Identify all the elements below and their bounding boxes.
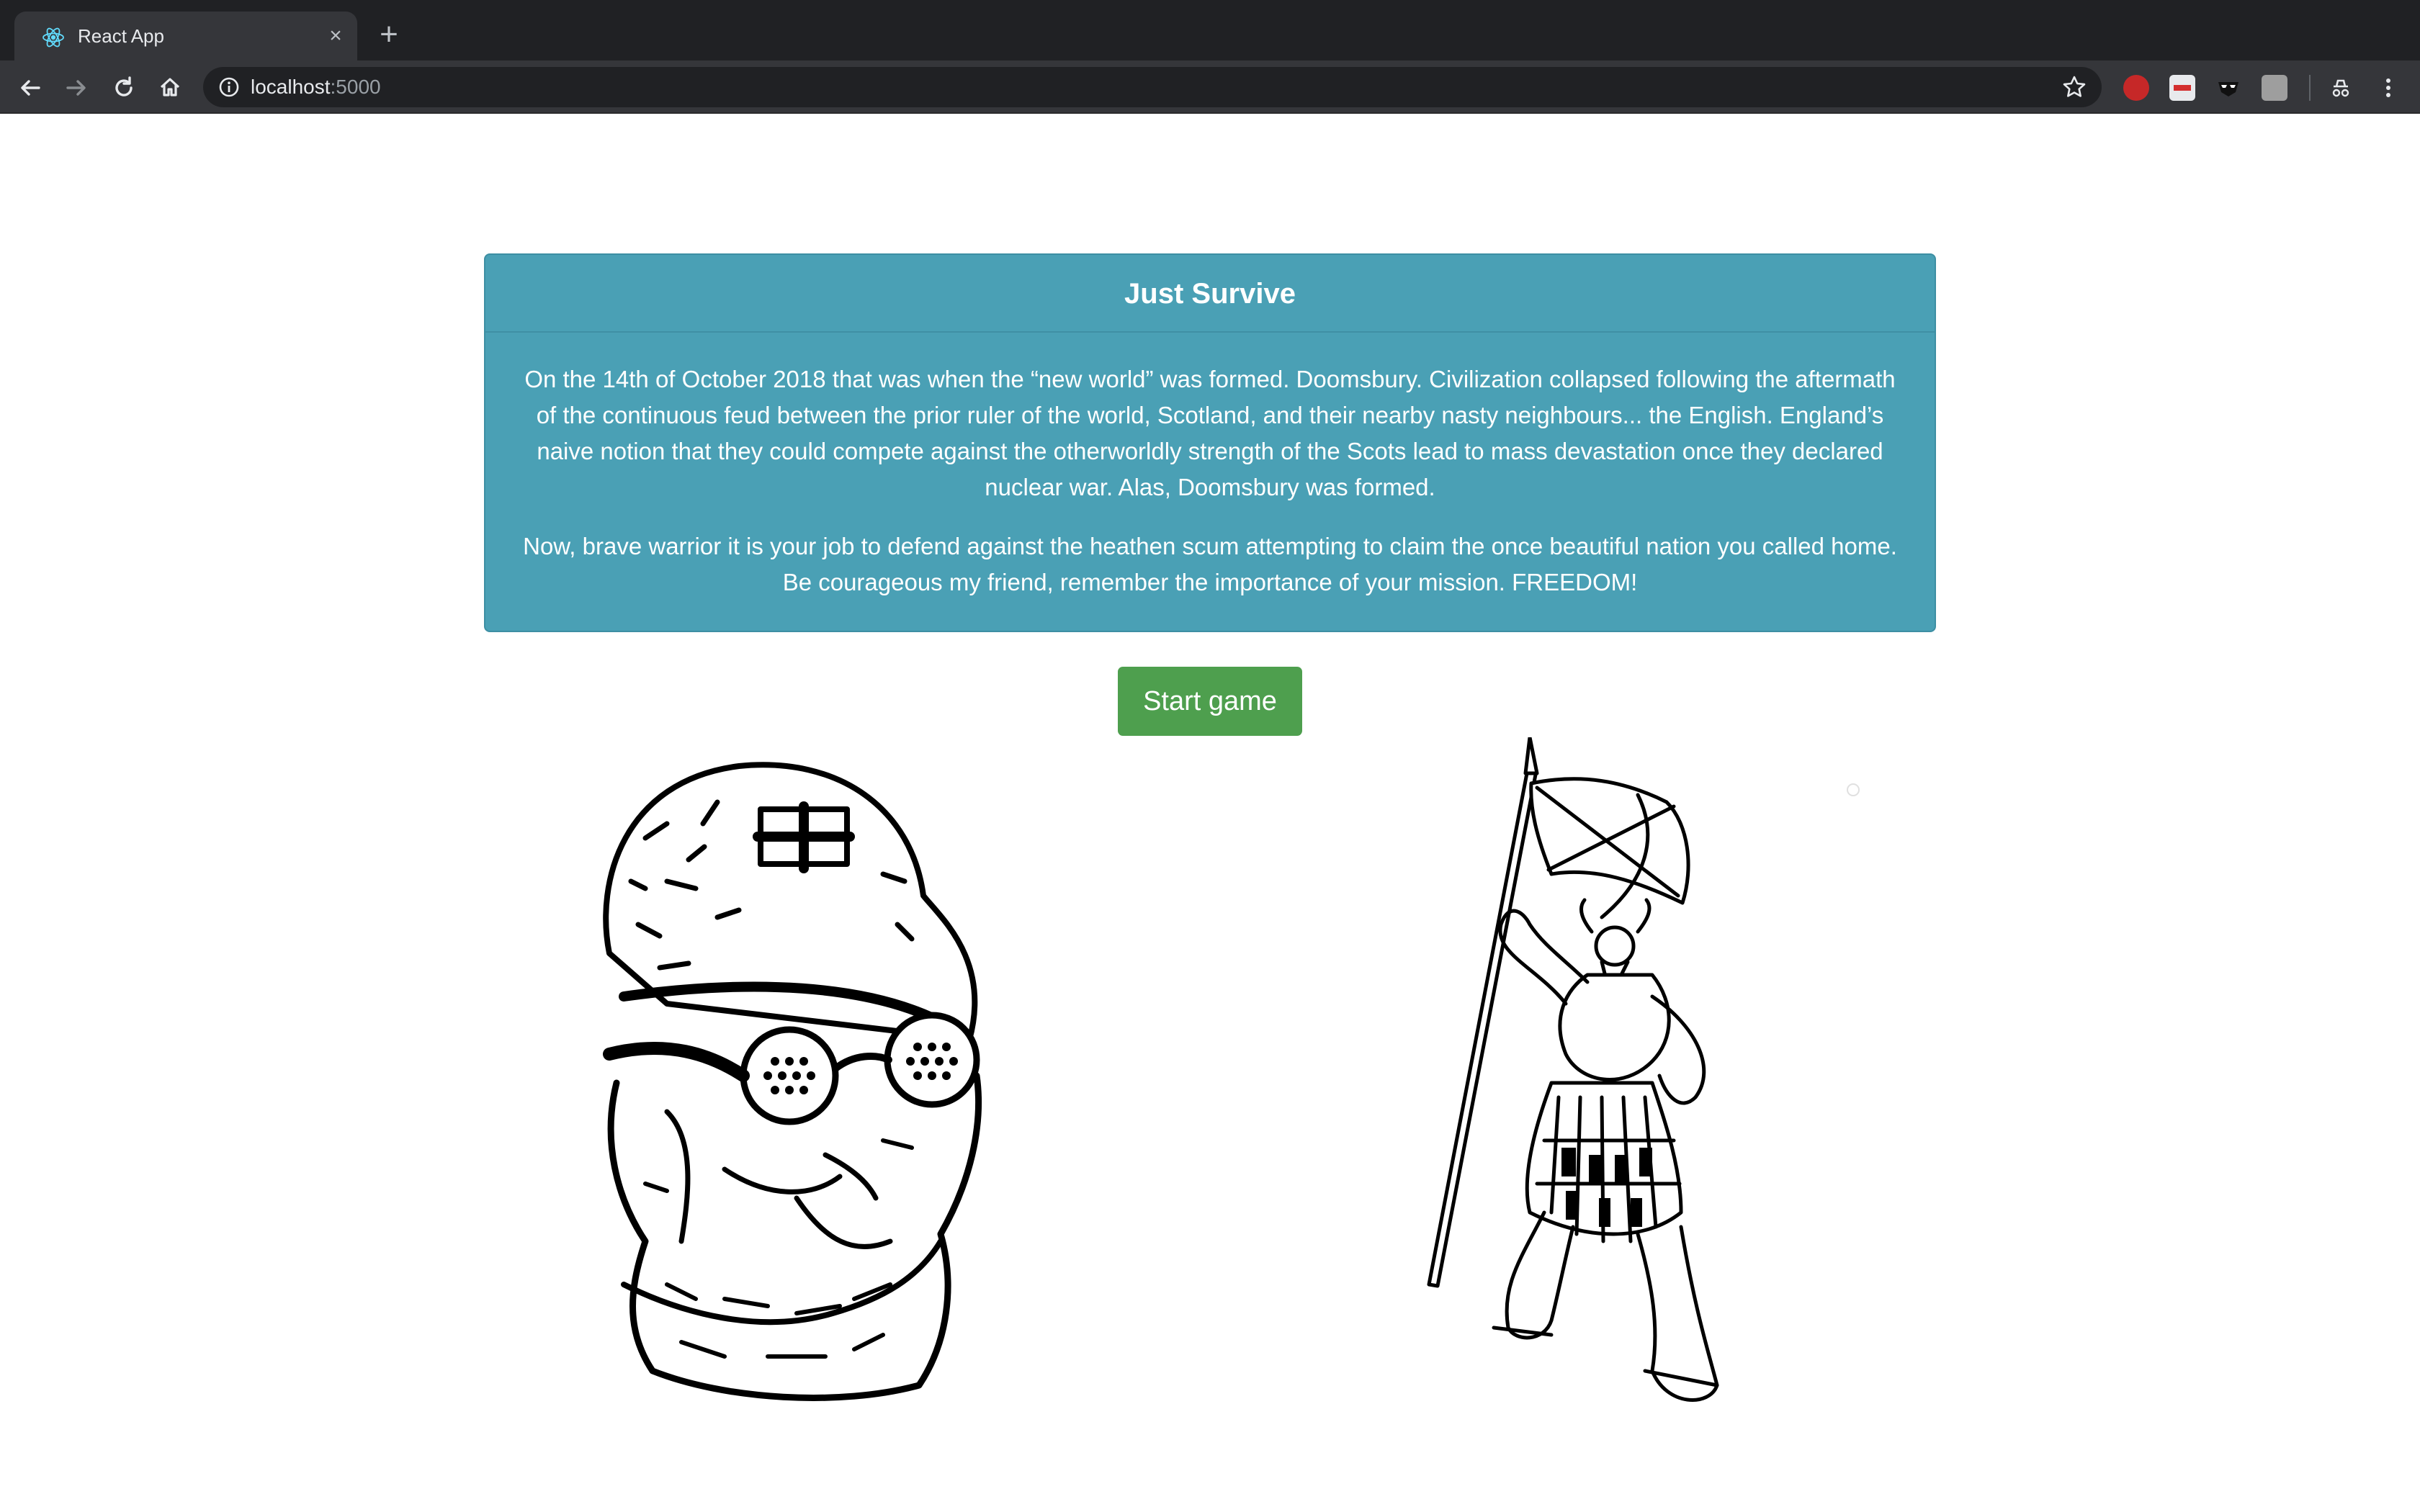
star-icon[interactable] — [2061, 74, 2087, 100]
highland-warrior-illustration — [1422, 735, 1739, 1411]
home-icon[interactable] — [154, 72, 186, 104]
intro-card: Just Survive On the 14th of October 2018… — [484, 253, 1936, 632]
shield-extension-icon[interactable] — [2262, 75, 2287, 101]
tab-title: React App — [78, 25, 164, 47]
tab-close-icon[interactable]: × — [323, 23, 349, 49]
url-text: localhost:5000 — [251, 76, 381, 99]
browser-tab[interactable]: React App × — [14, 12, 357, 60]
story-paragraph-1: On the 14th of October 2018 that was whe… — [524, 366, 1896, 500]
card-body: On the 14th of October 2018 that was whe… — [485, 333, 1935, 600]
reload-icon[interactable] — [108, 72, 140, 104]
ublock-extension-icon[interactable] — [2123, 75, 2149, 101]
incognito-icon[interactable] — [2328, 75, 2354, 101]
browser-tab-strip: React App × + — [0, 0, 2420, 60]
back-arrow-icon[interactable] — [14, 72, 46, 104]
start-game-button[interactable]: Start game — [1118, 667, 1302, 736]
react-logo-icon — [42, 27, 64, 48]
new-tab-icon[interactable]: + — [372, 19, 406, 53]
url-host: localhost — [251, 76, 331, 98]
forward-arrow-icon[interactable] — [60, 72, 92, 104]
url-port: :5000 — [330, 76, 381, 98]
card-header: Just Survive — [485, 255, 1935, 333]
soldier-gasmask-illustration — [581, 737, 984, 1411]
card-title: Just Survive — [1124, 278, 1296, 310]
browser-toolbar: localhost:5000 — [0, 60, 2420, 114]
story-paragraph-2: Now, brave warrior it is your job to def… — [523, 533, 1897, 595]
page-viewport: Just Survive On the 14th of October 2018… — [0, 114, 2420, 1512]
info-icon[interactable] — [218, 76, 241, 99]
menu-icon[interactable] — [2375, 75, 2401, 101]
address-bar[interactable]: localhost:5000 — [203, 67, 2102, 107]
toolbar-separator — [2309, 75, 2311, 101]
mask-extension-icon[interactable] — [2215, 75, 2241, 101]
document-extension-icon[interactable] — [2169, 75, 2195, 101]
faint-circle — [1847, 783, 1860, 796]
